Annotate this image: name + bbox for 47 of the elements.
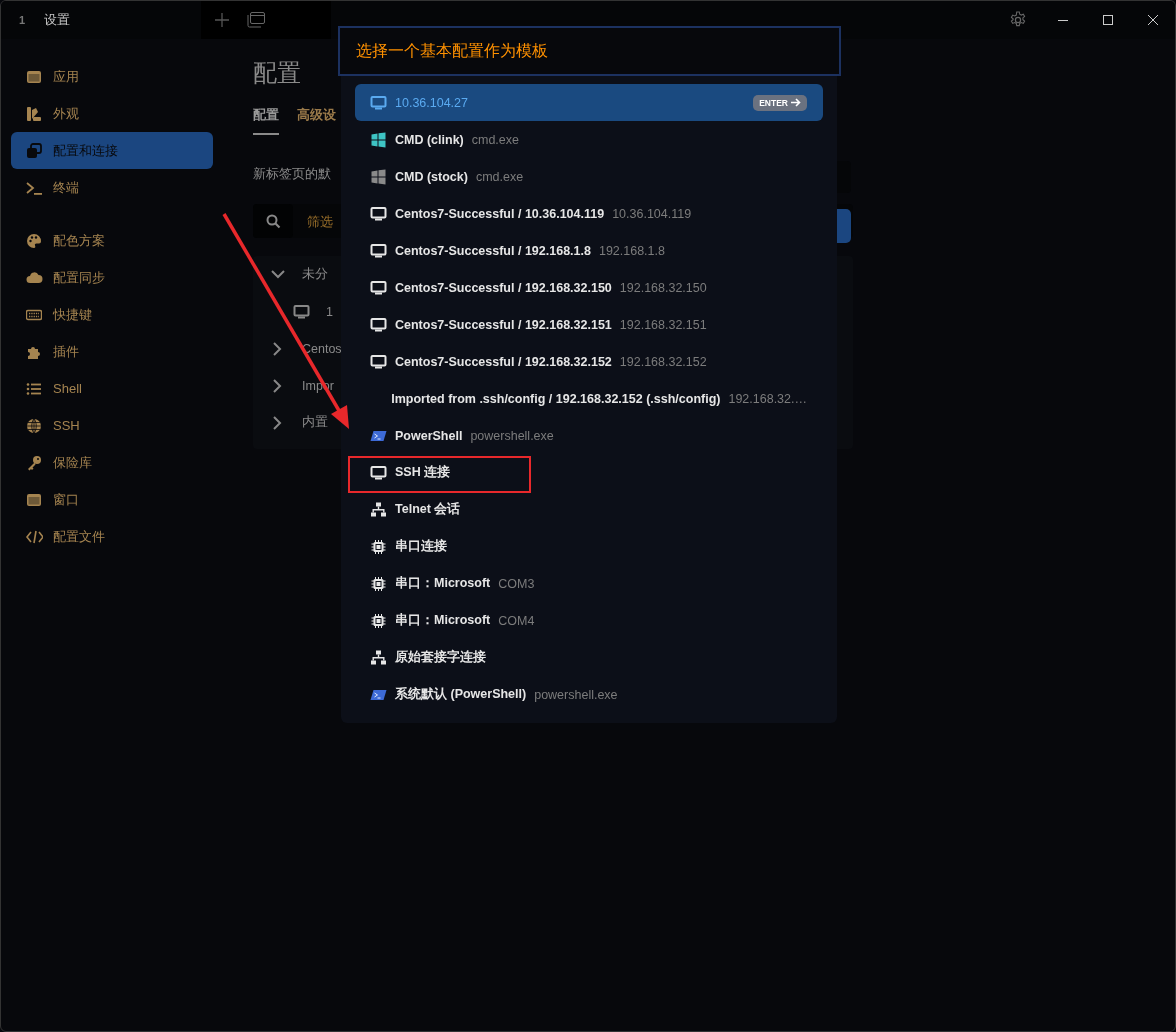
option-label: Centos7-Successful / 192.168.32.150 bbox=[395, 280, 612, 295]
sidebar-label: 窗口 bbox=[53, 490, 79, 509]
option-label: 10.36.104.27 bbox=[395, 95, 468, 110]
sidebar-label: 配置文件 bbox=[53, 527, 105, 546]
option-detail: cmd.exe bbox=[471, 132, 519, 147]
option-detail: powershell.exe bbox=[470, 428, 554, 443]
option-label: Telnet 会话 bbox=[395, 501, 461, 518]
option-label: Centos7-Successful / 192.168.32.151 bbox=[395, 317, 612, 332]
window-title: 设置 bbox=[44, 11, 70, 29]
option-detail: COM4 bbox=[498, 613, 535, 628]
sidebar-label: Shell bbox=[53, 381, 82, 396]
sidebar-label: 外观 bbox=[53, 104, 79, 123]
option-label: 串口：Microsoft bbox=[395, 575, 491, 592]
option-label: 系统默认 (PowerShell) bbox=[395, 686, 527, 703]
option-label: PowerShell bbox=[395, 428, 463, 443]
sidebar-label: 保险库 bbox=[53, 453, 92, 472]
option-label: Centos7-Successful / 192.168.32.152 bbox=[395, 354, 612, 369]
option-label: Centos7-Successful / 192.168.1.8 bbox=[395, 243, 591, 258]
option-label: 串口：Microsoft bbox=[395, 612, 491, 629]
tab-number: 1 bbox=[19, 14, 27, 26]
sidebar-label: 插件 bbox=[53, 342, 79, 361]
sidebar-label: 配色方案 bbox=[53, 231, 105, 250]
option-detail: 192.168.32.151 bbox=[619, 317, 707, 332]
option-detail: 192.168.1.8 bbox=[598, 243, 665, 258]
option-label: SSH 连接 bbox=[395, 464, 451, 481]
option-detail: powershell.exe bbox=[534, 687, 618, 702]
option-detail: cmd.exe bbox=[475, 169, 524, 184]
option-label: CMD (stock) bbox=[395, 169, 468, 184]
enter-hint: ENTER bbox=[753, 94, 807, 111]
page-title: 配置 bbox=[253, 58, 301, 88]
sidebar-label: 配置同步 bbox=[53, 268, 105, 287]
option-label: 原始套接字连接 bbox=[395, 649, 486, 666]
option-label: CMD (clink) bbox=[395, 132, 464, 147]
sidebar-label: 配置和连接 bbox=[53, 141, 118, 160]
sidebar-label: SSH bbox=[53, 418, 80, 433]
option-detail: 192.168.32.… bbox=[728, 391, 807, 406]
option-detail: 192.168.32.152 bbox=[619, 354, 707, 369]
option-label: Imported from .ssh/config / 192.168.32.152 (.ssh/config) bbox=[391, 391, 721, 406]
option-label: Centos7-Successful / 10.36.104.119 bbox=[395, 206, 605, 221]
description-text: 新标签页的默 bbox=[253, 165, 331, 183]
option-detail: COM3 bbox=[498, 576, 535, 591]
sidebar-label: 终端 bbox=[53, 178, 79, 197]
sidebar-label: 应用 bbox=[53, 67, 79, 86]
option-detail: 10.36.104.119 bbox=[612, 206, 692, 221]
sidebar-label: 快捷键 bbox=[53, 305, 92, 324]
option-label: 串口连接 bbox=[395, 538, 447, 555]
option-detail: 192.168.32.150 bbox=[619, 280, 707, 295]
